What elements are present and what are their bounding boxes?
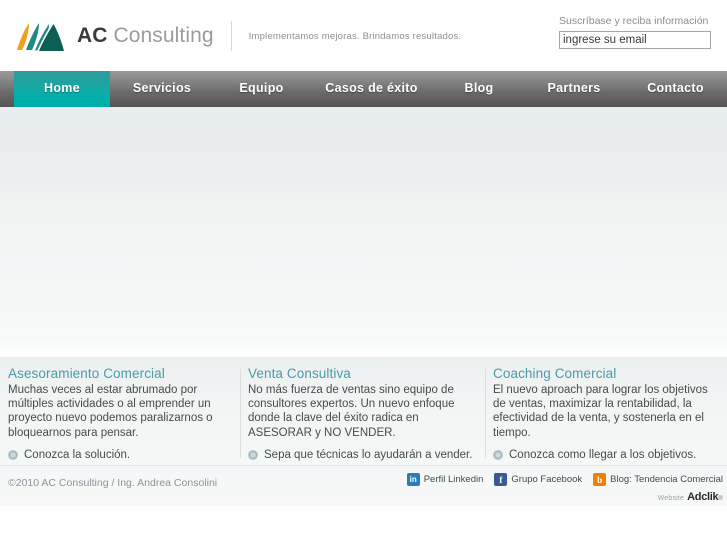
feature-body: No más fuerza de ventas sino equipo de c… [248,384,455,439]
brand-logo[interactable]: AC Consulting Implementamos mejoras. Bri… [13,16,461,56]
copyright-text: ©2010 AC Consulting / Ing. Andrea Consol… [8,477,218,489]
website-credit-prefix: Website [657,495,685,502]
brand-wordmark: AC Consulting [77,25,214,48]
social-link-blogger[interactable]: b Blog: Tendencia Comercial [593,473,723,486]
social-link-label: Perfil Linkedin [423,474,484,485]
feature-link[interactable]: Conozca la solución. [8,449,228,461]
newsletter-label: Suscríbase y reciba información [559,15,709,27]
bullet-dot-icon [8,449,18,460]
nav-item-equipo[interactable]: Equipo [214,71,309,107]
feature-column-coaching: Coaching Comercial El nuevo aproach para… [485,366,727,465]
page-bottom-whitespace [0,506,727,545]
feature-column-venta-consultiva: Venta Consultiva No más fuerza de ventas… [240,366,485,465]
newsletter-signup: Suscríbase y reciba información [559,15,727,49]
hero-banner[interactable] [0,107,727,357]
feature-title[interactable]: Venta Consultiva [248,366,473,381]
feature-link-label: Conozca como llegar a los objetivos. [509,448,697,461]
brand-wordmark-light: Consulting [113,23,214,47]
social-link-linkedin[interactable]: in Perfil Linkedin [406,473,484,486]
website-credit[interactable]: Website Adclik ® [658,491,723,503]
nav-item-contacto[interactable]: Contacto [624,71,727,107]
bullet-dot-icon [493,449,503,460]
social-link-label: Grupo Facebook [511,474,583,485]
column-divider [485,369,486,458]
nav-item-blog[interactable]: Blog [434,71,524,107]
nav-item-servicios[interactable]: Servicios [110,71,214,107]
adclik-wordmark: Adclik [687,491,719,503]
feature-title[interactable]: Asesoramiento Comercial [8,366,228,381]
banner-bottom-edge [0,355,727,357]
brand-divider [230,21,232,51]
main-navigation: Home Servicios Equipo Casos de éxito Blo… [0,71,727,107]
site-footer: ©2010 AC Consulting / Ing. Andrea Consol… [0,465,727,506]
feature-link-label: Conozca la solución. [24,448,131,461]
feature-column-asesoramiento: Asesoramiento Comercial Muchas veces al … [0,366,240,465]
social-link-facebook[interactable]: f Grupo Facebook [494,473,582,486]
feature-link[interactable]: Sepa que técnicas lo ayudarán a vender. [248,449,473,461]
column-divider [240,369,241,458]
mountain-logo-icon [13,19,67,53]
site-header: AC Consulting Implementamos mejoras. Bri… [0,0,727,71]
nav-item-home[interactable]: Home [14,71,110,107]
bullet-dot-icon [248,449,258,460]
nav-item-partners[interactable]: Partners [524,71,624,107]
blogger-icon: b [593,473,607,486]
brand-tagline: Implementamos mejoras. Brindamos resulta… [248,30,462,42]
linkedin-icon: in [406,473,420,486]
feature-link[interactable]: Conozca como llegar a los objetivos. [493,449,715,461]
feature-link-label: Sepa que técnicas lo ayudarán a vender. [264,448,473,461]
newsletter-email-input[interactable] [559,31,711,49]
feature-title[interactable]: Coaching Comercial [493,366,715,381]
feature-body: Muchas veces al estar abrumado por múlti… [8,384,213,439]
nav-left-spacer [0,71,14,107]
feature-body: El nuevo aproach para lograr los objetiv… [493,384,708,439]
page-root: AC Consulting Implementamos mejoras. Bri… [0,0,727,545]
feature-columns: Asesoramiento Comercial Muchas veces al … [0,357,727,465]
social-links: in Perfil Linkedin f Grupo Facebook b Bl… [406,473,723,486]
nav-item-casos-de-exito[interactable]: Casos de éxito [309,71,434,107]
social-link-label: Blog: Tendencia Comercial [610,474,723,485]
trademark-symbol: ® [718,496,723,502]
facebook-icon: f [494,473,508,486]
brand-wordmark-bold: AC [77,23,108,47]
